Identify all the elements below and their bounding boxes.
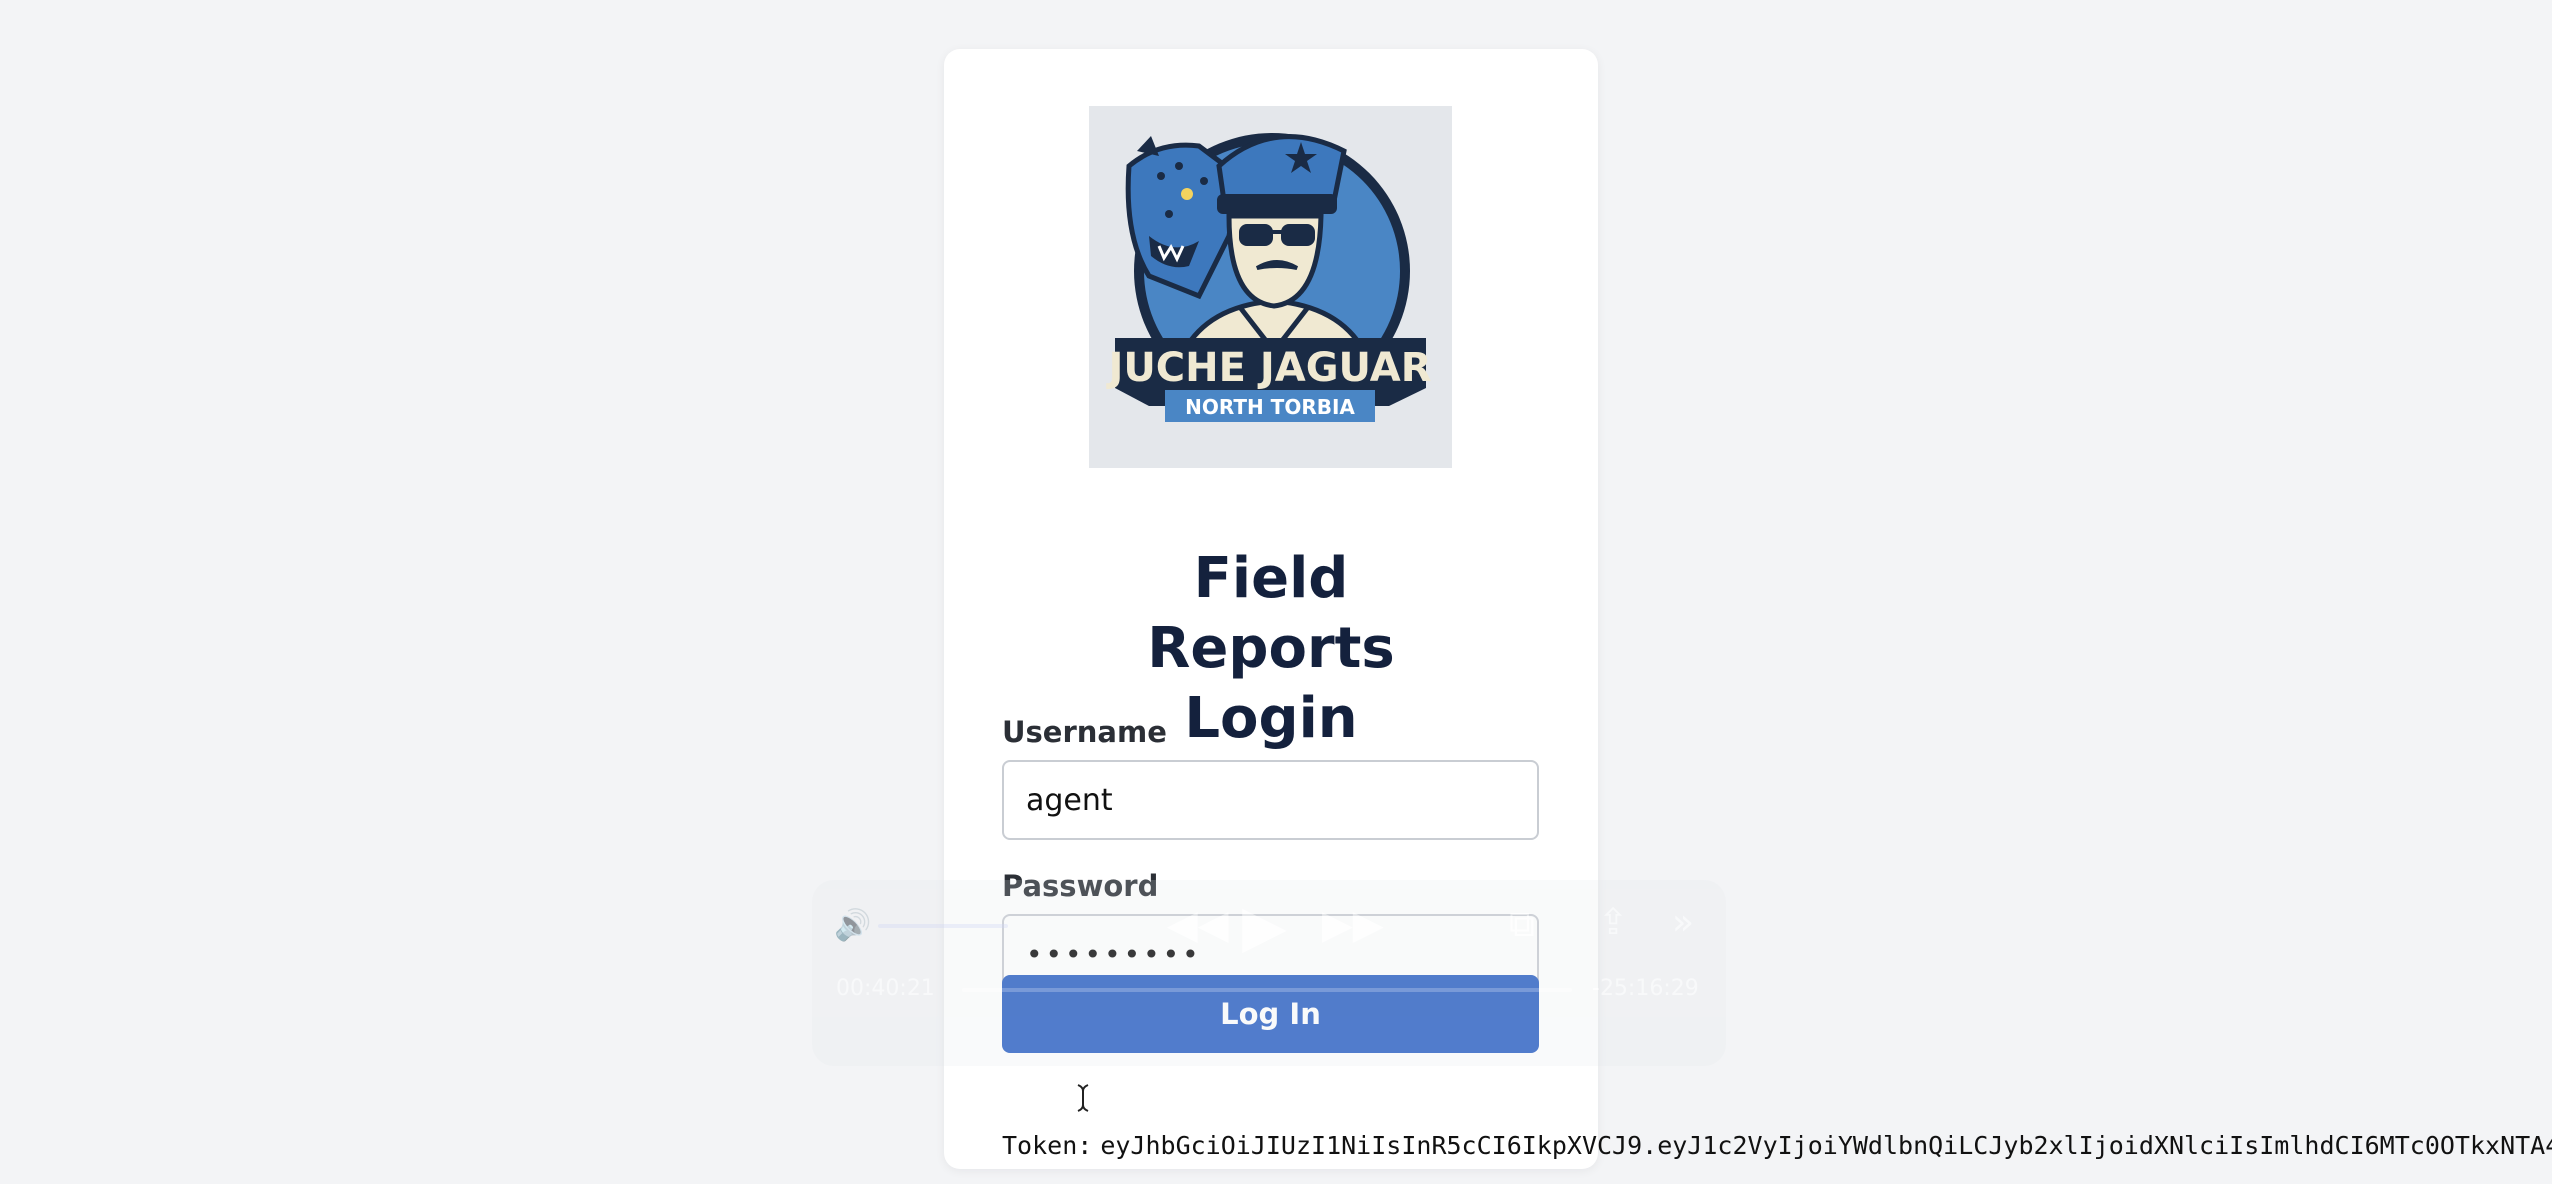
fast-forward-icon[interactable]: ▶▶ bbox=[1322, 902, 1384, 948]
logo-subtitle-text: NORTH TORBIA bbox=[1185, 395, 1355, 419]
play-icon[interactable]: ▶ bbox=[1242, 892, 1287, 960]
media-controls-overlay[interactable]: 🔊 ◀◀ ▶ ▶▶ ⧉ ⇪ » 00:40:21 -25:16:29 bbox=[812, 880, 1726, 1066]
logo-title-text: JUCHE JAGUAR bbox=[1105, 345, 1431, 391]
username-input[interactable] bbox=[1002, 760, 1539, 840]
token-display: Token: eyJhbGciOiJIUzI1NiIsInR5cCI6IkpXVC… bbox=[1002, 1130, 2552, 1162]
juche-jaguar-logo: JUCHE JAGUAR NORTH TORBIA bbox=[1089, 106, 1452, 468]
text-cursor-icon bbox=[1077, 1084, 1089, 1112]
logo-emblem-icon: JUCHE JAGUAR NORTH TORBIA bbox=[1105, 133, 1432, 422]
volume-icon[interactable]: 🔊 bbox=[834, 908, 871, 943]
remaining-time: -25:16:29 bbox=[1592, 976, 1699, 1001]
playback-progress-bar[interactable] bbox=[962, 988, 1572, 992]
elapsed-time: 00:40:21 bbox=[836, 976, 935, 1001]
more-icon[interactable]: » bbox=[1672, 902, 1694, 943]
volume-slider[interactable] bbox=[878, 924, 1008, 928]
token-label: Token: bbox=[1002, 1131, 1093, 1160]
share-icon[interactable]: ⇪ bbox=[1598, 902, 1628, 943]
username-label: Username bbox=[1002, 715, 1167, 749]
picture-in-picture-icon[interactable]: ⧉ bbox=[1509, 904, 1535, 946]
rewind-icon[interactable]: ◀◀ bbox=[1167, 902, 1229, 948]
token-value: eyJhbGciOiJIUzI1NiIsInR5cCI6IkpXVCJ9.eyJ… bbox=[1100, 1131, 2552, 1160]
